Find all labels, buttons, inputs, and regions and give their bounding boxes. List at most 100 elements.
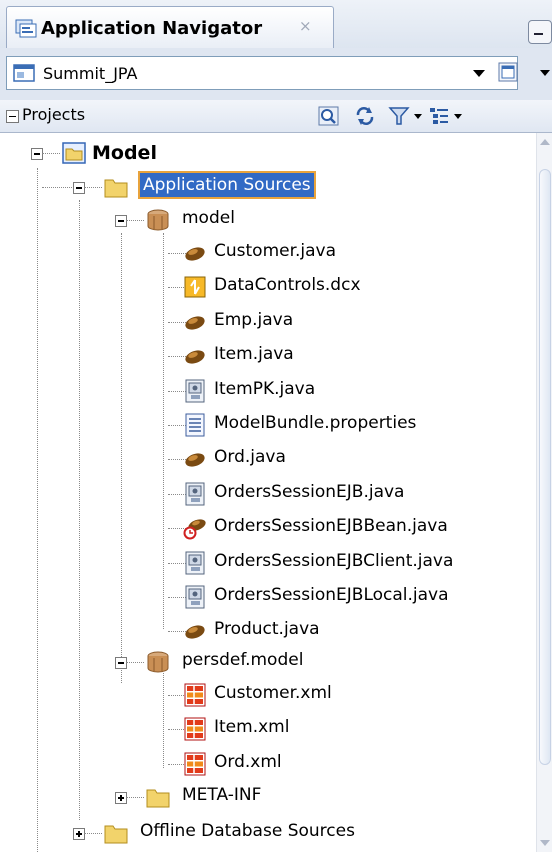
tab-application-navigator[interactable]: Application Navigator ×: [6, 6, 334, 49]
data-control-icon: [184, 276, 206, 298]
tree-node-file[interactable]: Item.xml: [0, 713, 520, 745]
expand-toggle[interactable]: [73, 828, 85, 840]
tree-node-file[interactable]: ModelBundle.properties: [0, 409, 520, 441]
xml-mapping-icon: [184, 752, 206, 776]
tree-node-offline-database-sources[interactable]: Offline Database Sources: [0, 817, 420, 849]
application-chooser-bar: Summit_JPA: [0, 48, 552, 101]
application-sources-label: Application Sources: [138, 171, 316, 199]
view-options-icon[interactable]: [428, 106, 450, 126]
java-class-icon: [185, 379, 205, 403]
file-label: OrdersSessionEJBBean.java: [214, 516, 448, 537]
collapse-toggle[interactable]: [73, 182, 85, 194]
expand-toggle[interactable]: [115, 792, 127, 804]
chevron-down-icon[interactable]: [540, 70, 550, 76]
tree-node-meta-inf[interactable]: META-INF: [0, 781, 300, 813]
filter-icon[interactable]: [388, 106, 410, 126]
meta-inf-label: META-INF: [182, 785, 262, 805]
entity-bean-icon: [185, 247, 205, 261]
scrollbar-thumb[interactable]: [539, 169, 551, 765]
refresh-icon[interactable]: [354, 106, 376, 126]
project-tree[interactable]: Model Application Sources model Customer…: [0, 133, 536, 852]
tree-scrollbar[interactable]: [536, 133, 552, 852]
tree-guide: [84, 833, 102, 834]
projects-label: Projects: [22, 105, 86, 124]
projects-header: Projects: [0, 100, 552, 133]
tree-node-model-package[interactable]: model: [0, 204, 300, 236]
offline-db-label: Offline Database Sources: [140, 821, 355, 841]
tree-node-file[interactable]: ItemPK.java: [0, 375, 520, 407]
folder-icon: [104, 825, 128, 844]
application-combo[interactable]: Summit_JPA: [6, 56, 518, 90]
package-label: persdef.model: [182, 650, 304, 670]
tree-guide: [126, 220, 144, 221]
zoom-icon[interactable]: [318, 106, 340, 126]
collapse-projects-toggle[interactable]: [6, 110, 19, 123]
tree-node-file[interactable]: OrdersSessionEJBBean.java: [0, 512, 520, 544]
file-label: Emp.java: [214, 309, 294, 330]
tree-node-file[interactable]: OrdersSessionEJBLocal.java: [0, 581, 520, 613]
tree-guide: [84, 187, 102, 188]
close-icon[interactable]: ×: [299, 17, 312, 35]
java-class-icon: [185, 482, 205, 506]
selected-application: Summit_JPA: [43, 64, 138, 83]
file-label: Customer.xml: [214, 683, 332, 703]
folder-icon: [104, 179, 128, 198]
tree-node-file[interactable]: OrdersSessionEJB.java: [0, 478, 520, 510]
minimize-button[interactable]: [528, 20, 552, 44]
java-class-icon: [185, 551, 205, 575]
tree-node-file[interactable]: Ord.java: [0, 443, 520, 475]
package-icon: [147, 209, 169, 231]
properties-file-icon: [185, 413, 205, 437]
tab-title: Application Navigator: [41, 18, 263, 39]
file-label: OrdersSessionEJBLocal.java: [214, 585, 449, 605]
application-icon: [13, 64, 35, 82]
scroll-down-arrow-icon[interactable]: [540, 840, 550, 846]
tree-node-file[interactable]: Emp.java: [0, 306, 520, 338]
tree-node-persdef-package[interactable]: persdef.model: [0, 646, 320, 678]
collapse-toggle[interactable]: [31, 148, 43, 160]
xml-mapping-icon: [184, 683, 206, 707]
session-bean-icon: [183, 519, 206, 540]
folder-icon: [146, 789, 170, 808]
tree-node-file[interactable]: DataControls.dcx: [0, 271, 520, 303]
tree-node-model-project[interactable]: Model: [0, 137, 200, 169]
tree-guide: [126, 662, 144, 663]
chevron-down-icon[interactable]: [414, 114, 422, 119]
package-label: model: [182, 208, 235, 228]
file-label: Product.java: [214, 619, 320, 640]
tree-guide: [42, 187, 72, 188]
tree-node-file[interactable]: OrdersSessionEJBClient.java: [0, 547, 520, 579]
tree-guide: [126, 797, 144, 798]
scroll-up-arrow-icon[interactable]: [540, 139, 550, 145]
file-label: Customer.java: [214, 241, 337, 261]
file-label: OrdersSessionEJBClient.java: [214, 550, 454, 571]
application-navigator-icon: [15, 19, 37, 38]
tree-node-file[interactable]: Customer.java: [0, 237, 520, 269]
project-folder-icon: [62, 142, 86, 164]
entity-bean-icon: [185, 350, 205, 364]
xml-mapping-icon: [184, 717, 206, 741]
chevron-down-icon[interactable]: [454, 114, 462, 119]
chevron-down-icon[interactable]: [473, 70, 485, 77]
collapse-toggle[interactable]: [115, 657, 127, 669]
tree-node-file[interactable]: Customer.xml: [0, 679, 520, 711]
file-label: ItemPK.java: [214, 378, 316, 399]
tab-strip: Application Navigator ×: [0, 0, 552, 49]
file-label: Item.java: [214, 344, 294, 365]
tree-node-file[interactable]: Ord.xml: [0, 748, 520, 780]
file-label: Ord.xml: [214, 751, 282, 772]
tree-node-file[interactable]: Item.java: [0, 340, 520, 372]
file-label: ModelBundle.properties: [214, 413, 417, 433]
file-label: DataControls.dcx: [214, 275, 361, 296]
entity-bean-icon: [185, 453, 205, 467]
package-icon: [147, 651, 169, 673]
entity-bean-icon: [185, 625, 205, 639]
project-label: Model: [92, 142, 157, 164]
collapse-toggle[interactable]: [115, 215, 127, 227]
tree-node-file[interactable]: Product.java: [0, 615, 520, 647]
tree-guide: [42, 153, 60, 154]
file-label: Item.xml: [214, 717, 290, 738]
file-label: Ord.java: [214, 447, 286, 468]
entity-bean-icon: [185, 316, 205, 330]
application-menu-icon[interactable]: [498, 62, 518, 82]
